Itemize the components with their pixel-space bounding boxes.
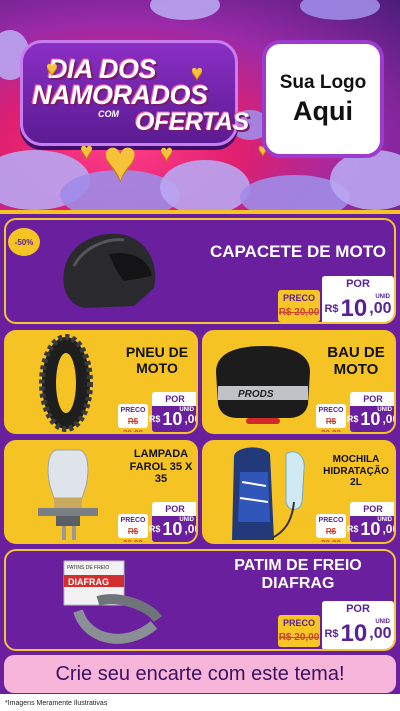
backpack-image (232, 447, 305, 540)
product-card-trunk[interactable]: PRODS BAU DE MOTO POR PRECO R$ 20,00 R$ 10… (202, 330, 396, 434)
bulb-image (38, 449, 98, 540)
price-value: 10 (340, 295, 368, 322)
heart-icon: ♥ (191, 62, 203, 84)
price-label: PRECO (282, 293, 315, 303)
old-price: R$ 20,00 (122, 527, 144, 544)
logo-placeholder[interactable]: Sua Logo Aqui (262, 40, 384, 158)
currency: R$ (324, 303, 339, 315)
product-name: LAMPADA FAROL 35 X 35 (129, 448, 193, 486)
box-label: PATINS DE FREIO (67, 565, 109, 571)
logo-line1: Sua Logo (279, 71, 367, 93)
product-name: PNEU DE MOTO (125, 344, 189, 377)
old-price-box: PRECO R$ 20,00 (316, 404, 346, 432)
footnote: *Imagens Meramente Ilustrativas (0, 694, 400, 711)
price-tag: POR PRECO R$ 20,00 R$10,00UNID (278, 276, 394, 322)
unit-label: UNID (179, 517, 194, 523)
unit-label: UNID (375, 619, 390, 625)
new-price: R$10,00UNID (346, 516, 394, 542)
currency: R$ (148, 524, 161, 534)
price-label: PRECO (120, 407, 146, 414)
price-cents: ,00 (184, 522, 196, 536)
price-cents: ,00 (369, 625, 392, 642)
old-price-box: PRECO R$ 20,00 (118, 514, 148, 542)
product-card-backpack[interactable]: MOCHILA HIDRATAÇÃO 2L POR PRECO R$ 20,00 … (202, 440, 396, 544)
brake-pads-image: DIAFRAG PATINS DE FREIO (63, 560, 163, 644)
unit-label: UNID (179, 407, 194, 413)
heart-icon: ♥ (80, 138, 94, 163)
logo-line2: Aqui (293, 95, 353, 126)
por-label: POR (322, 601, 394, 618)
tire-image (39, 334, 93, 432)
old-price-box: PRECO R$ 20,00 (316, 514, 346, 542)
por-label: POR (322, 276, 394, 293)
price-label: PRECO (282, 618, 315, 628)
old-price-box: PRECO R$ 20,00 (278, 290, 320, 322)
old-price: R$ 20,00 (122, 417, 144, 434)
box-brand: DIAFRAG (68, 577, 109, 587)
price-tag: POR PRECO R$ 20,00 R$10,00UNID (316, 502, 394, 542)
price-cents: ,00 (382, 522, 394, 536)
unit-label: UNID (375, 294, 390, 300)
old-price: R$ 20,00 (278, 307, 320, 318)
product-name: PATIM DE FREIO DIAFRAG (234, 557, 362, 593)
new-price: R$10,00UNID (148, 516, 196, 542)
price-label: PRECO (318, 407, 344, 414)
trunk-image: PRODS (216, 346, 310, 424)
cta-button[interactable]: Crie seu encarte com este tema! (4, 655, 396, 693)
price-tag: POR PRECO R$ 20,00 R$10,00UNID (278, 601, 394, 649)
currency: R$ (346, 414, 359, 424)
old-price: R$ 20,00 (278, 632, 320, 643)
discount-badge: -50% (8, 228, 40, 256)
product-name: MOCHILA HIDRATAÇÃO 2L (323, 454, 389, 488)
product-name: BAU DE MOTO (327, 344, 385, 379)
trunk-brand: PRODS (238, 389, 274, 400)
heart-icon: ♥ (160, 140, 174, 165)
product-name: CAPACETE DE MOTO (210, 242, 386, 261)
hero-title-line3: OFERTAS (135, 108, 249, 136)
new-price: R$10,00UNID (322, 618, 394, 649)
currency: R$ (324, 628, 339, 640)
price-cents: ,00 (369, 300, 392, 317)
product-card-brake-pads[interactable]: DIAFRAG PATINS DE FREIO PATIM DE FREIO D… (4, 549, 396, 651)
price-value: 10 (340, 620, 368, 647)
new-price: R$10,00UNID (148, 406, 196, 432)
por-label: POR (350, 392, 394, 406)
unit-label: UNID (377, 407, 392, 413)
old-price: R$ 20,00 (320, 527, 342, 544)
por-label: POR (350, 502, 394, 516)
unit-label: UNID (377, 517, 392, 523)
currency: R$ (148, 414, 161, 424)
currency: R$ (346, 524, 359, 534)
helmet-image (63, 233, 156, 308)
new-price: R$10,00UNID (346, 406, 394, 432)
price-cents: ,00 (184, 412, 196, 426)
price-label: PRECO (120, 517, 146, 524)
product-card-bulb[interactable]: LAMPADA FAROL 35 X 35 POR PRECO R$ 20,00 … (4, 440, 198, 544)
divider (0, 210, 400, 214)
old-price-box: PRECO R$ 20,00 (278, 615, 320, 647)
new-price: R$10,00UNID (322, 293, 394, 322)
old-price-box: PRECO R$ 20,00 (118, 404, 148, 432)
old-price: R$ 20,00 (320, 417, 342, 434)
hero-title-line2: NAMORADOS (32, 80, 208, 110)
por-label: POR (152, 392, 196, 406)
heart-icon: ♥ (103, 128, 138, 193)
product-card-helmet[interactable]: CAPACETE DE MOTO POR PRECO R$ 20,00 R$ 10,… (4, 218, 396, 324)
price-cents: ,00 (382, 412, 394, 426)
price-label: PRECO (318, 517, 344, 524)
heart-icon: ♥ (46, 58, 58, 80)
price-tag: POR PRECO R$ 20,00 R$10,00UNID (316, 392, 394, 432)
price-tag: POR PRECO R$ 20,00 R$10,00UNID (118, 502, 196, 542)
product-card-tire[interactable]: PNEU DE MOTO POR PRECO R$ 20,00 R$10,00UN… (4, 330, 198, 434)
por-label: POR (152, 502, 196, 516)
hero-title-small: COM (98, 109, 119, 119)
price-tag: POR PRECO R$ 20,00 R$10,00UNID (118, 392, 196, 432)
